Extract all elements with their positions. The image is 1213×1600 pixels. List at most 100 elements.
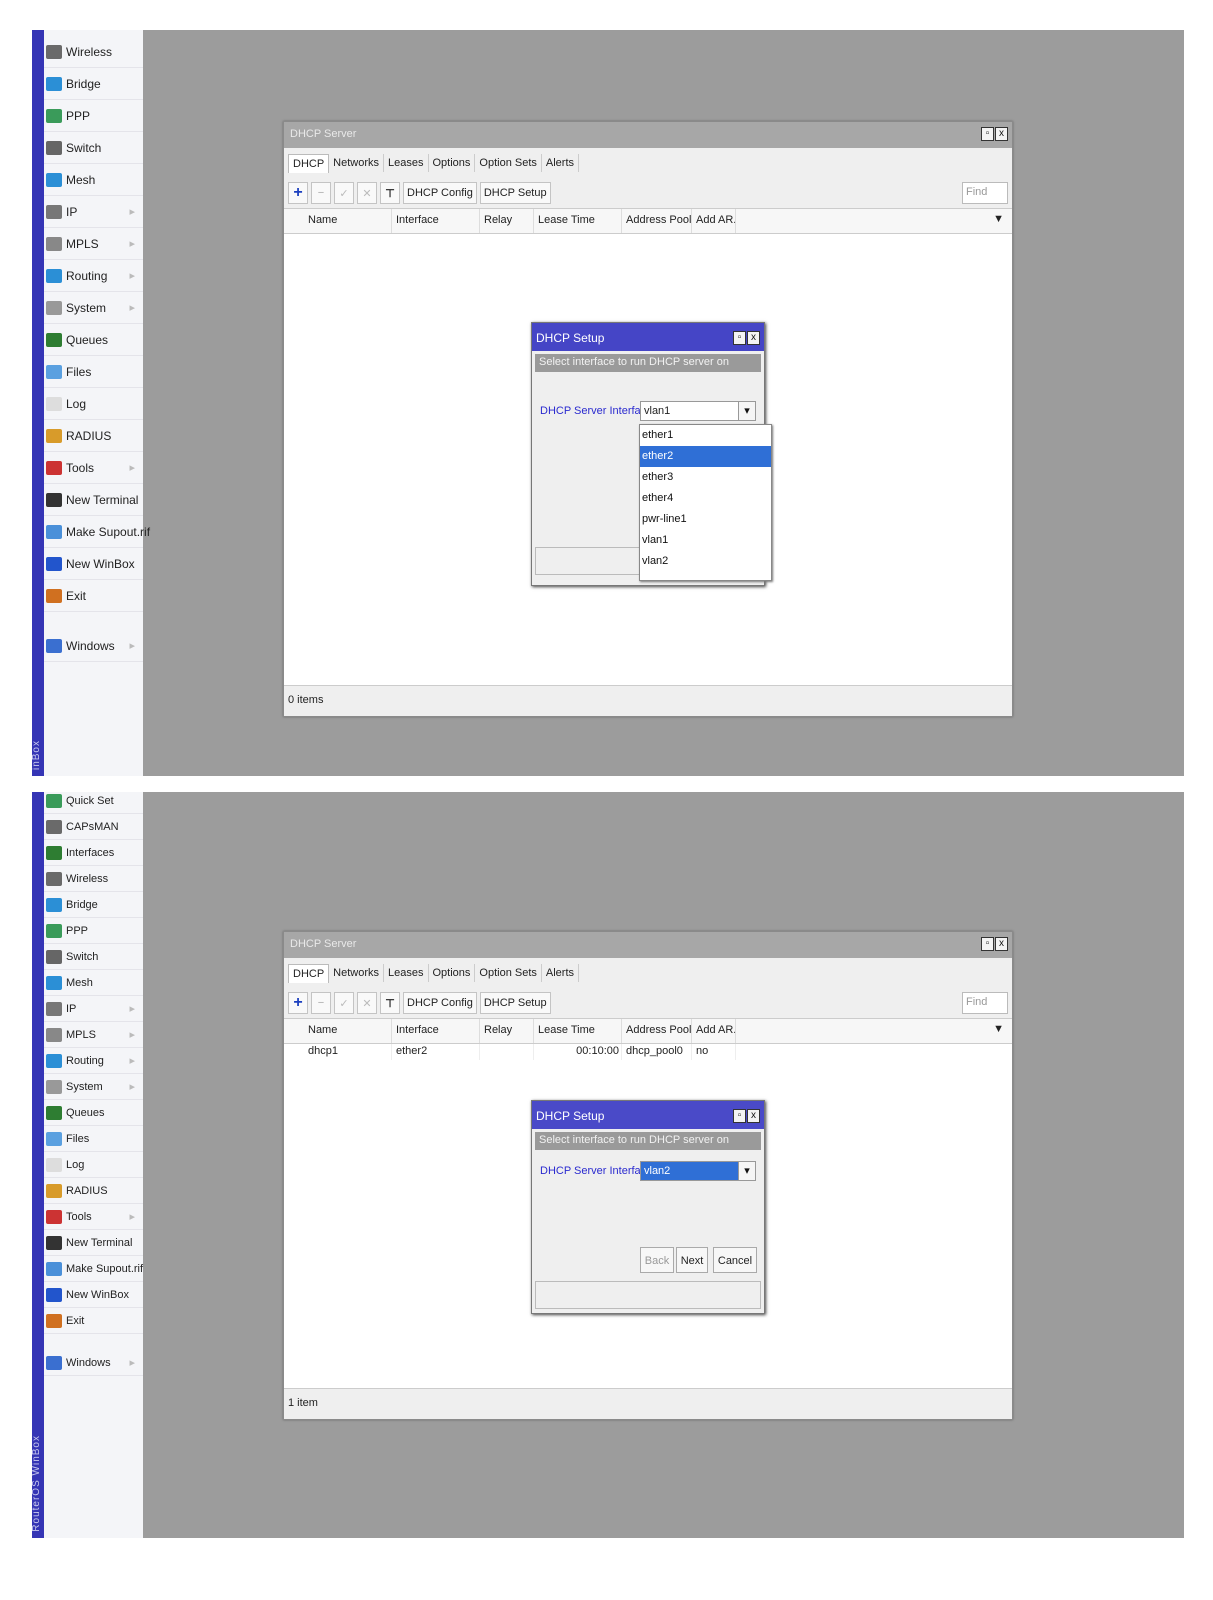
sidebar-item-radius[interactable]: RADIUS bbox=[44, 420, 143, 452]
dhcp-setup-button[interactable]: DHCP Setup bbox=[479, 182, 551, 204]
dropdown-option[interactable]: ether1 bbox=[640, 425, 771, 446]
enable-icon[interactable]: ✓ bbox=[334, 182, 354, 204]
disable-icon[interactable]: ✕ bbox=[357, 992, 377, 1014]
dropdown-option[interactable]: vlan1 bbox=[640, 530, 771, 551]
next-button[interactable]: Next bbox=[676, 1247, 708, 1273]
sidebar-item-mpls[interactable]: MPLS ▸ bbox=[44, 1022, 143, 1048]
sidebar-item-mpls[interactable]: MPLS ▸ bbox=[44, 228, 143, 260]
dropdown-option[interactable]: ether2 bbox=[640, 446, 771, 467]
tab-networks[interactable]: Networks bbox=[329, 154, 385, 172]
tab-option-sets[interactable]: Option Sets bbox=[475, 154, 542, 172]
sidebar-item-wireless[interactable]: Wireless bbox=[44, 36, 143, 68]
restore-icon[interactable]: ▫ bbox=[733, 331, 746, 345]
sidebar-item-routing[interactable]: Routing ▸ bbox=[44, 260, 143, 292]
sidebar-item-windows[interactable]: Windows ▸ bbox=[44, 630, 143, 662]
sidebar-item-files[interactable]: Files bbox=[44, 1126, 143, 1152]
sidebar-item-switch[interactable]: Switch bbox=[44, 944, 143, 970]
column-name[interactable]: Name bbox=[304, 209, 392, 233]
tab-leases[interactable]: Leases bbox=[384, 964, 429, 982]
dropdown-option[interactable]: ether4 bbox=[640, 488, 771, 509]
sidebar-item-bridge[interactable]: Bridge bbox=[44, 892, 143, 918]
find-input[interactable]: Find bbox=[962, 182, 1008, 204]
sidebar-item-routing[interactable]: Routing ▸ bbox=[44, 1048, 143, 1074]
dialog-titlebar[interactable]: DHCP Setup ▫ x bbox=[532, 323, 764, 351]
column-interface[interactable]: Interface bbox=[392, 209, 480, 233]
column-menu-icon[interactable]: ▼ bbox=[993, 213, 1004, 225]
dropdown-option[interactable]: vlan2 bbox=[640, 551, 771, 572]
window-titlebar[interactable]: DHCP Server ▫ x bbox=[284, 122, 1012, 148]
sidebar-item-new-winbox[interactable]: New WinBox bbox=[44, 548, 143, 580]
sidebar-item-capsman[interactable]: CAPsMAN bbox=[44, 814, 143, 840]
column-lease-time[interactable]: Lease Time bbox=[534, 1019, 622, 1043]
restore-icon[interactable]: ▫ bbox=[733, 1109, 746, 1123]
filter-icon[interactable]: ⊤ bbox=[380, 992, 400, 1014]
sidebar-item-ppp[interactable]: PPP bbox=[44, 918, 143, 944]
column-menu-icon[interactable]: ▼ bbox=[993, 1023, 1004, 1035]
dropdown-arrow-icon[interactable]: ▾ bbox=[738, 402, 755, 420]
sidebar-item-new-winbox[interactable]: New WinBox bbox=[44, 1282, 143, 1308]
sidebar-item-system[interactable]: System ▸ bbox=[44, 1074, 143, 1100]
sidebar-item-tools[interactable]: Tools ▸ bbox=[44, 1204, 143, 1230]
sidebar-item-system[interactable]: System ▸ bbox=[44, 292, 143, 324]
sidebar-item-windows[interactable]: Windows ▸ bbox=[44, 1350, 143, 1376]
column-relay[interactable]: Relay bbox=[480, 1019, 534, 1043]
enable-icon[interactable]: ✓ bbox=[334, 992, 354, 1014]
column-name[interactable]: Name bbox=[304, 1019, 392, 1043]
remove-icon[interactable]: − bbox=[311, 992, 331, 1014]
column-add-arp[interactable]: Add AR... bbox=[692, 1019, 736, 1043]
sidebar-item-tools[interactable]: Tools ▸ bbox=[44, 452, 143, 484]
sidebar-item-mesh[interactable]: Mesh bbox=[44, 970, 143, 996]
close-icon[interactable]: x bbox=[995, 127, 1008, 141]
dhcp-config-button[interactable]: DHCP Config bbox=[403, 992, 477, 1014]
remove-icon[interactable]: − bbox=[311, 182, 331, 204]
close-icon[interactable]: x bbox=[995, 937, 1008, 951]
close-icon[interactable]: x bbox=[747, 1109, 760, 1123]
sidebar-item-files[interactable]: Files bbox=[44, 356, 143, 388]
sidebar-item-switch[interactable]: Switch bbox=[44, 132, 143, 164]
back-button[interactable]: Back bbox=[640, 1247, 674, 1273]
tab-options[interactable]: Options bbox=[429, 154, 476, 172]
sidebar-item-exit[interactable]: Exit bbox=[44, 1308, 143, 1334]
add-icon[interactable]: + bbox=[288, 992, 308, 1014]
sidebar-item-bridge[interactable]: Bridge bbox=[44, 68, 143, 100]
sidebar-item-make-supout-rif[interactable]: Make Supout.rif bbox=[44, 1256, 143, 1282]
tab-alerts[interactable]: Alerts bbox=[542, 964, 580, 982]
dhcp-config-button[interactable]: DHCP Config bbox=[403, 182, 477, 204]
column-address-pool[interactable]: Address Pool bbox=[622, 1019, 692, 1043]
restore-icon[interactable]: ▫ bbox=[981, 937, 994, 951]
sidebar-item-quick-set[interactable]: Quick Set bbox=[44, 792, 143, 814]
dropdown-option[interactable]: ether3 bbox=[640, 467, 771, 488]
sidebar-item-mesh[interactable]: Mesh bbox=[44, 164, 143, 196]
sidebar-item-interfaces[interactable]: Interfaces bbox=[44, 840, 143, 866]
sidebar-item-log[interactable]: Log bbox=[44, 1152, 143, 1178]
dropdown-option[interactable]: pwr-line1 bbox=[640, 509, 771, 530]
dropdown-arrow-icon[interactable]: ▾ bbox=[738, 1162, 755, 1180]
sidebar-item-wireless[interactable]: Wireless bbox=[44, 866, 143, 892]
sidebar-item-make-supout-rif[interactable]: Make Supout.rif bbox=[44, 516, 150, 548]
find-input[interactable]: Find bbox=[962, 992, 1008, 1014]
tab-alerts[interactable]: Alerts bbox=[542, 154, 580, 172]
sidebar-item-new-terminal[interactable]: New Terminal bbox=[44, 1230, 143, 1256]
window-titlebar[interactable]: DHCP Server ▫ x bbox=[284, 932, 1012, 958]
sidebar-item-radius[interactable]: RADIUS bbox=[44, 1178, 143, 1204]
sidebar-item-exit[interactable]: Exit bbox=[44, 580, 143, 612]
close-icon[interactable]: x bbox=[747, 331, 760, 345]
restore-icon[interactable]: ▫ bbox=[981, 127, 994, 141]
column-address-pool[interactable]: Address Pool bbox=[622, 209, 692, 233]
sidebar-item-ip[interactable]: IP ▸ bbox=[44, 196, 143, 228]
column-lease-time[interactable]: Lease Time bbox=[534, 209, 622, 233]
tab-option-sets[interactable]: Option Sets bbox=[475, 964, 542, 982]
tab-networks[interactable]: Networks bbox=[329, 964, 385, 982]
add-icon[interactable]: + bbox=[288, 182, 308, 204]
cancel-button[interactable]: Cancel bbox=[713, 1247, 757, 1273]
sidebar-item-ip[interactable]: IP ▸ bbox=[44, 996, 143, 1022]
tab-leases[interactable]: Leases bbox=[384, 154, 429, 172]
interface-select[interactable]: vlan1 ▾ bbox=[640, 401, 756, 421]
disable-icon[interactable]: ✕ bbox=[357, 182, 377, 204]
sidebar-item-ppp[interactable]: PPP bbox=[44, 100, 143, 132]
column-interface[interactable]: Interface bbox=[392, 1019, 480, 1043]
tab-dhcp[interactable]: DHCP bbox=[288, 153, 330, 173]
interface-select[interactable]: vlan2 ▾ bbox=[640, 1161, 756, 1181]
dialog-titlebar[interactable]: DHCP Setup ▫ x bbox=[532, 1101, 764, 1129]
sidebar-item-new-terminal[interactable]: New Terminal bbox=[44, 484, 143, 516]
